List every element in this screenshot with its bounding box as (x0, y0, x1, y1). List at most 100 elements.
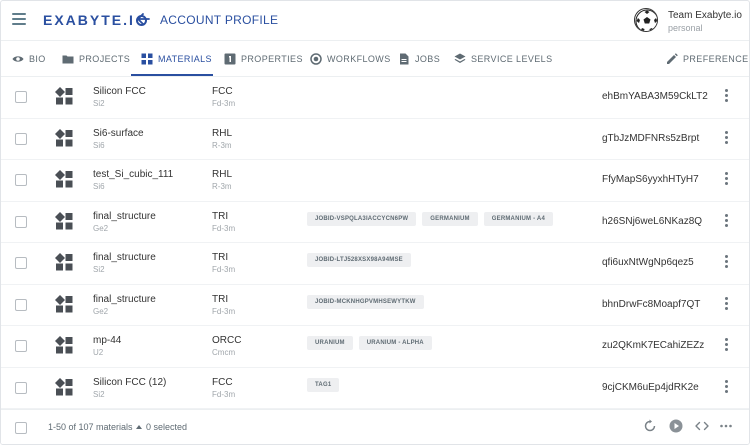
lattice-type: TRI (212, 293, 229, 305)
material-formula: Si2 (93, 389, 105, 399)
row-checkbox[interactable] (15, 381, 27, 394)
more-options-icon[interactable] (723, 89, 729, 103)
folder-icon (62, 55, 74, 64)
row-checkbox[interactable] (15, 257, 27, 269)
tag-chip[interactable]: JOBID-VSPQLA3IACCYCN6PW (307, 211, 417, 226)
material-hash: gTbJzMDFNRs5zBrpt (602, 132, 700, 144)
play-circle-icon[interactable] (669, 419, 683, 433)
logo[interactable]: EXABYTE.I (43, 12, 147, 28)
material-formula: Si2 (93, 99, 105, 108)
tag-chip[interactable]: GERMANIUM - A4 (483, 211, 553, 226)
space-group: Fd-3m (212, 265, 236, 274)
refresh-icon[interactable] (643, 419, 657, 433)
table-row[interactable]: final_structure Ge2 TRI Fd-3m JOBID-VSPQ… (1, 202, 749, 243)
row-checkbox[interactable] (15, 174, 27, 186)
more-options-icon[interactable] (723, 255, 729, 269)
lattice-type: ORCC (212, 335, 242, 346)
tab-jobs[interactable]: JOBS (398, 41, 440, 77)
tab-projects[interactable]: PROJECTS (62, 41, 130, 77)
material-name[interactable]: Silicon FCC (12) (93, 377, 166, 388)
material-name[interactable]: final_structure (93, 252, 156, 263)
select-all-checkbox[interactable] (15, 422, 27, 434)
tag-chip[interactable]: URANIUM (307, 336, 353, 350)
row-checkbox[interactable] (15, 340, 27, 352)
row-checkbox[interactable] (15, 91, 27, 103)
tag-chip[interactable]: URANIUM - ALPHA (358, 336, 432, 350)
back-arrow-icon[interactable] (135, 10, 151, 28)
material-name[interactable]: mp-44 (93, 335, 121, 346)
code-icon[interactable] (695, 419, 709, 433)
row-checkbox[interactable] (15, 132, 27, 145)
tab-preferences[interactable]: PREFERENCES (666, 41, 750, 77)
tab-label: WORKFLOWS (327, 54, 391, 64)
material-name[interactable]: final_structure (93, 211, 156, 222)
tag-chip[interactable]: JOBID-LTJ528XSX98A94MSE (307, 253, 411, 267)
table-row[interactable]: Silicon FCC (12) Si2 FCC Fd-3m TAG1 9cjC… (1, 368, 749, 409)
material-hash: 9cjCKM6uEp4jdRK2e (602, 381, 699, 393)
page-title: ACCOUNT PROFILE (160, 13, 279, 27)
more-horizontal-icon[interactable] (719, 419, 733, 433)
more-options-icon[interactable] (723, 296, 729, 311)
lattice-type: RHL (212, 127, 233, 139)
layers-icon (454, 53, 466, 63)
tag-chip[interactable]: JOBID-MCKNHGPVMHSEWYTKW (307, 294, 424, 309)
material-formula: Ge2 (93, 223, 109, 233)
tab-properties[interactable]: PROPERTIES (224, 41, 303, 77)
table-row[interactable]: Si6-surface Si6 RHL R-3m gTbJzMDFNRs5zBr… (1, 119, 749, 160)
list-footer: 1-50 of 107 materials 0 selected (1, 409, 749, 444)
material-name[interactable]: Si6-surface (93, 128, 144, 139)
material-hash: zu2QKmK7ECahiZEZz (602, 340, 705, 351)
material-hash: ehBmYABA3M59CkLT2 (602, 91, 708, 102)
table-row[interactable]: mp-44 U2 ORCC Cmcm URANIUM URANIUM - ALP… (1, 326, 749, 368)
profile-tabs: BIO PROJECTS MATERIALS PROPERTIES WORKFL… (1, 41, 750, 77)
more-options-icon[interactable] (723, 338, 729, 352)
material-name[interactable]: Silicon FCC (93, 86, 146, 97)
material-name[interactable]: final_structure (93, 294, 156, 305)
row-checkbox[interactable] (15, 298, 27, 311)
space-group: R-3m (212, 140, 232, 150)
tab-service-levels[interactable]: SERVICE LEVELS (454, 41, 552, 77)
lattice-type: FCC (212, 376, 233, 388)
table-row[interactable]: final_structure Ge2 TRI Fd-3m JOBID-MCKN… (1, 285, 749, 326)
space-group: Fd-3m (212, 99, 236, 108)
tab-label: PREFERENCES (683, 54, 750, 64)
eye-icon (12, 56, 24, 62)
tag-list: JOBID-LTJ528XSX98A94MSE (307, 253, 411, 267)
tab-bio[interactable]: BIO (12, 41, 46, 77)
tag-list: URANIUM URANIUM - ALPHA (307, 336, 432, 350)
tag-chip[interactable]: TAG1 (307, 377, 340, 392)
more-options-icon[interactable] (723, 172, 729, 186)
hamburger-menu-icon[interactable] (12, 13, 26, 25)
avatar[interactable] (634, 8, 658, 32)
row-checkbox[interactable] (15, 215, 27, 228)
space-group: Fd-3m (212, 223, 236, 233)
lattice-type: TRI (212, 252, 229, 263)
material-formula: U2 (93, 348, 104, 357)
tab-workflows[interactable]: WORKFLOWS (310, 41, 391, 77)
space-group: Fd-3m (212, 306, 236, 316)
tag-list: TAG1 (307, 377, 340, 392)
tab-materials[interactable]: MATERIALS (141, 41, 212, 77)
material-formula: Ge2 (93, 306, 109, 316)
tab-label: MATERIALS (158, 54, 212, 64)
table-row[interactable]: test_Si_cubic_111 Si6 RHL R-3m FfyMapS6y… (1, 160, 749, 202)
material-icon (55, 211, 73, 229)
material-hash: h26SNj6weL6NKaz8Q (602, 215, 703, 227)
material-icon (55, 377, 73, 395)
material-icon (55, 294, 73, 312)
tab-label: BIO (29, 54, 46, 64)
more-options-icon[interactable] (723, 130, 729, 145)
more-options-icon[interactable] (723, 213, 729, 228)
tag-chip[interactable]: GERMANIUM (422, 211, 478, 226)
pagination-range[interactable]: 1-50 of 107 materials (48, 422, 142, 432)
tab-label: PROPERTIES (241, 54, 303, 64)
material-name[interactable]: test_Si_cubic_111 (93, 169, 173, 180)
tag-list: JOBID-MCKNHGPVMHSEWYTKW (307, 294, 424, 309)
material-hash: bhnDrwFc8Moapf7QT (602, 298, 701, 310)
team-name[interactable]: Team Exabyte.io (668, 10, 742, 21)
lattice-type: TRI (212, 210, 229, 222)
table-row[interactable]: final_structure Si2 TRI Fd-3m JOBID-LTJ5… (1, 243, 749, 285)
table-row[interactable]: Silicon FCC Si2 FCC Fd-3m ehBmYABA3M59Ck… (1, 77, 749, 119)
more-options-icon[interactable] (723, 379, 729, 394)
space-group: Cmcm (212, 348, 236, 357)
